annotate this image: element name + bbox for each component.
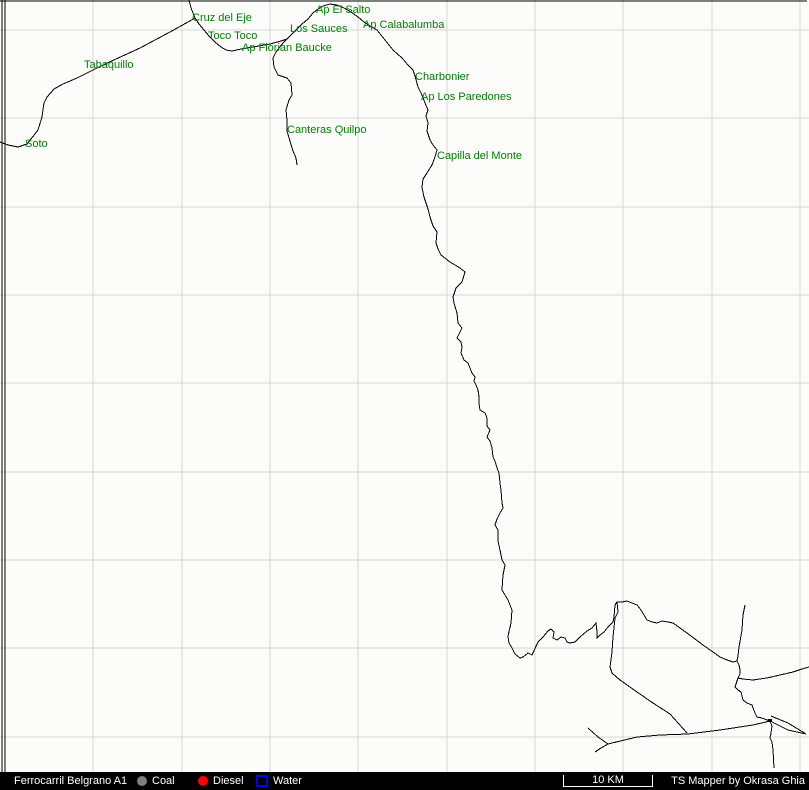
legend-item-diesel: Diesel [198, 772, 244, 790]
map-scale-bar: 10 KM [563, 775, 653, 787]
station-label: Capilla del Monte [437, 151, 522, 162]
legend-item-water: Water [256, 772, 302, 790]
station-label: Cruz del Eje [192, 13, 252, 24]
railway-west-line [0, 18, 195, 147]
railway-canteras-quilpo-branch [273, 39, 297, 165]
railway-south-diagonal [610, 602, 687, 733]
station-label: Ap El Salto [316, 5, 370, 16]
coal-icon [137, 776, 147, 786]
railway-main-line [195, 4, 770, 721]
scale-label: 10 KM [592, 774, 624, 786]
station-label: Tabaquillo [84, 60, 134, 71]
station-label: Ap Calabalumba [363, 20, 444, 31]
route-title: Ferrocarril Belgrano A1 [14, 772, 127, 790]
water-icon [256, 775, 268, 787]
railway-map-svg [0, 0, 809, 772]
legend-item-coal: Coal [137, 772, 175, 790]
station-label: Charbonier [415, 72, 469, 83]
station-label: Ap Los Paredones [421, 92, 512, 103]
legend-label-diesel: Diesel [213, 772, 244, 790]
diesel-icon [198, 776, 208, 786]
railway-south-exit [770, 721, 774, 768]
station-label: Soto [25, 139, 48, 150]
station-label: Ap Florian Baucke [242, 43, 332, 54]
junction-marker [768, 719, 772, 722]
station-label: Los Sauces [290, 24, 347, 35]
status-bar: Ferrocarril Belgrano A1 Coal Diesel Wate… [0, 772, 809, 790]
station-label: Toco Toco [208, 31, 257, 42]
railway-south-fork-tip [595, 744, 608, 752]
map-canvas[interactable]: Cruz del Eje Toco Toco Los Sauces Ap El Sal… [0, 0, 809, 772]
legend-label-coal: Coal [152, 772, 175, 790]
legend-label-water: Water [273, 772, 302, 790]
railway-corner-wye [771, 716, 806, 734]
station-label: Canteras Quilpo [287, 125, 367, 136]
app-credit: TS Mapper by Okrasa Ghia [671, 772, 805, 790]
railway-east-edge-line [738, 667, 809, 680]
ts-mapper-window: Cruz del Eje Toco Toco Los Sauces Ap El Sal… [0, 0, 809, 790]
railway-north-stub [737, 605, 745, 661]
